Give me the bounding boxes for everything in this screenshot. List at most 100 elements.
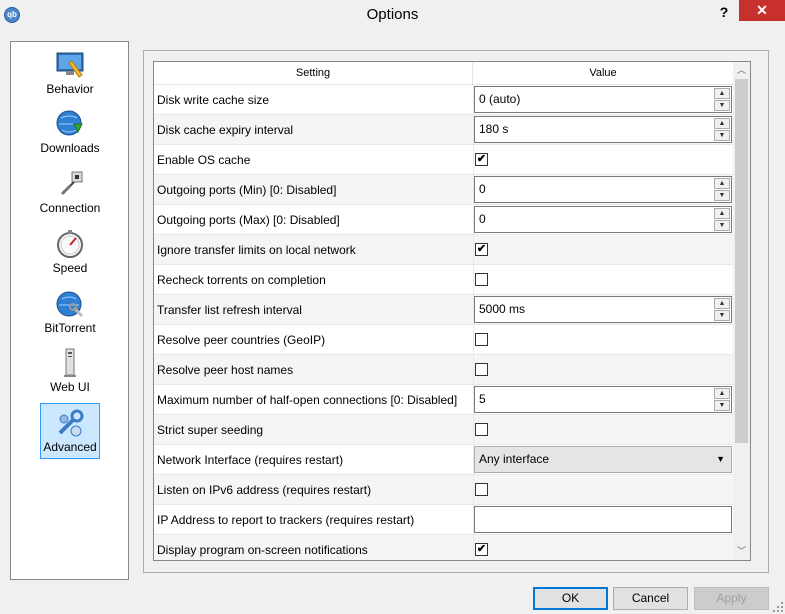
spin-down-icon[interactable]: ▼ bbox=[714, 130, 730, 141]
spin-down-icon[interactable]: ▼ bbox=[714, 400, 730, 411]
table-row[interactable]: Display program on-screen notifications ✔ bbox=[154, 535, 733, 560]
setting-spinbox[interactable]: 0 (auto) ▲ ▼ bbox=[474, 86, 732, 113]
setting-checkbox[interactable] bbox=[475, 333, 488, 346]
spinbox-buttons: ▲ ▼ bbox=[714, 298, 730, 321]
setting-checkbox[interactable] bbox=[475, 423, 488, 436]
table-row[interactable]: Outgoing ports (Min) [0: Disabled] 0 ▲ ▼ bbox=[154, 175, 733, 205]
cancel-button[interactable]: Cancel bbox=[613, 587, 688, 610]
setting-label: Recheck torrents on completion bbox=[157, 273, 326, 287]
apply-button[interactable]: Apply bbox=[694, 587, 769, 610]
table-row[interactable]: IP Address to report to trackers (requir… bbox=[154, 505, 733, 535]
help-button[interactable]: ? bbox=[714, 2, 734, 22]
column-divider bbox=[473, 535, 474, 560]
spin-up-icon[interactable]: ▲ bbox=[714, 388, 730, 399]
table-row[interactable]: Maximum number of half-open connections … bbox=[154, 385, 733, 415]
table-row[interactable]: Resolve peer host names bbox=[154, 355, 733, 385]
setting-label: IP Address to report to trackers (requir… bbox=[157, 513, 415, 527]
setting-label: Network Interface (requires restart) bbox=[157, 453, 344, 467]
title-bar: qb Options ? ✕ bbox=[0, 0, 785, 30]
spin-down-icon[interactable]: ▼ bbox=[714, 310, 730, 321]
scroll-up-icon[interactable]: ︿ bbox=[733, 62, 750, 79]
options-sidebar: Behavior Downloads Connection Speed BitT… bbox=[10, 41, 129, 580]
setting-spinbox[interactable]: 0 ▲ ▼ bbox=[474, 206, 732, 233]
setting-label: Maximum number of half-open connections … bbox=[157, 393, 458, 407]
setting-checkbox[interactable] bbox=[475, 273, 488, 286]
spinbox-value[interactable]: 180 s bbox=[479, 117, 508, 142]
column-divider bbox=[473, 415, 474, 445]
table-row[interactable]: Strict super seeding bbox=[154, 415, 733, 445]
window-title: Options bbox=[366, 6, 419, 23]
scroll-down-icon[interactable]: ﹀ bbox=[733, 543, 750, 560]
ok-button[interactable]: OK bbox=[533, 587, 608, 610]
table-row[interactable]: Transfer list refresh interval 5000 ms ▲ ▼ bbox=[154, 295, 733, 325]
sidebar-item-bittorrent[interactable]: BitTorrent bbox=[15, 285, 125, 341]
sidebar-item-label: Speed bbox=[52, 261, 88, 275]
setting-spinbox[interactable]: 5 ▲ ▼ bbox=[474, 386, 732, 413]
table-row[interactable]: Ignore transfer limits on local network ✔ bbox=[154, 235, 733, 265]
spinbox-value[interactable]: 0 (auto) bbox=[479, 87, 520, 112]
spin-up-icon[interactable]: ▲ bbox=[714, 178, 730, 189]
connection-icon bbox=[60, 171, 83, 196]
bittorrent-icon bbox=[56, 291, 84, 318]
table-row[interactable]: Listen on IPv6 address (requires restart… bbox=[154, 475, 733, 505]
setting-checkbox[interactable]: ✔ bbox=[475, 543, 488, 556]
spin-down-icon[interactable]: ▼ bbox=[714, 190, 730, 201]
spinbox-value[interactable]: 0 bbox=[479, 177, 486, 202]
behavior-icon bbox=[56, 52, 84, 78]
setting-spinbox[interactable]: 180 s ▲ ▼ bbox=[474, 116, 732, 143]
downloads-icon bbox=[56, 110, 83, 136]
sidebar-item-downloads[interactable]: Downloads bbox=[15, 105, 125, 161]
table-row[interactable]: Enable OS cache ✔ bbox=[154, 145, 733, 175]
setting-checkbox[interactable] bbox=[475, 483, 488, 496]
spin-up-icon[interactable]: ▲ bbox=[714, 118, 730, 129]
table-header: Setting Value bbox=[154, 62, 733, 85]
table-row[interactable]: Disk write cache size 0 (auto) ▲ ▼ bbox=[154, 85, 733, 115]
spin-up-icon[interactable]: ▲ bbox=[714, 88, 730, 99]
spinbox-buttons: ▲ ▼ bbox=[714, 388, 730, 411]
setting-label: Strict super seeding bbox=[157, 423, 264, 437]
advanced-icon bbox=[58, 409, 84, 437]
spinbox-buttons: ▲ ▼ bbox=[714, 88, 730, 111]
spinbox-value[interactable]: 5000 ms bbox=[479, 297, 525, 322]
spin-up-icon[interactable]: ▲ bbox=[714, 208, 730, 219]
spin-up-icon[interactable]: ▲ bbox=[714, 298, 730, 309]
webui-icon bbox=[64, 348, 76, 377]
setting-checkbox[interactable] bbox=[475, 363, 488, 376]
sidebar-item-advanced[interactable]: Advanced bbox=[40, 403, 100, 459]
table-row[interactable]: Network Interface (requires restart) Any … bbox=[154, 445, 733, 475]
setting-label: Listen on IPv6 address (requires restart… bbox=[157, 483, 372, 497]
column-divider bbox=[473, 265, 474, 295]
setting-spinbox[interactable]: 5000 ms ▲ ▼ bbox=[474, 296, 732, 323]
setting-label: Disk write cache size bbox=[157, 93, 270, 107]
spinbox-value[interactable]: 5 bbox=[479, 387, 486, 412]
column-header-setting[interactable]: Setting bbox=[154, 62, 473, 85]
column-header-value[interactable]: Value bbox=[473, 62, 733, 85]
spin-down-icon[interactable]: ▼ bbox=[714, 220, 730, 231]
setting-label: Resolve peer countries (GeoIP) bbox=[157, 333, 326, 347]
spinbox-value[interactable]: 0 bbox=[479, 207, 486, 232]
speed-icon bbox=[57, 230, 83, 258]
table-row[interactable]: Outgoing ports (Max) [0: Disabled] 0 ▲ ▼ bbox=[154, 205, 733, 235]
spinbox-buttons: ▲ ▼ bbox=[714, 208, 730, 231]
sidebar-item-web-ui[interactable]: Web UI bbox=[15, 344, 125, 400]
sidebar-item-behavior[interactable]: Behavior bbox=[15, 46, 125, 102]
spin-down-icon[interactable]: ▼ bbox=[714, 100, 730, 111]
setting-label: Disk cache expiry interval bbox=[157, 123, 294, 137]
setting-checkbox[interactable]: ✔ bbox=[475, 153, 488, 166]
sidebar-item-connection[interactable]: Connection bbox=[15, 165, 125, 221]
setting-label: Transfer list refresh interval bbox=[157, 303, 302, 317]
resize-grip-icon[interactable] bbox=[773, 602, 783, 612]
table-row[interactable]: Recheck torrents on completion bbox=[154, 265, 733, 295]
setting-checkbox[interactable]: ✔ bbox=[475, 243, 488, 256]
network-interface-dropdown[interactable]: Any interface ▼ bbox=[474, 446, 732, 473]
close-button[interactable]: ✕ bbox=[739, 0, 785, 21]
setting-label: Ignore transfer limits on local network bbox=[157, 243, 356, 257]
scrollbar-thumb[interactable] bbox=[735, 79, 748, 443]
setting-spinbox[interactable]: 0 ▲ ▼ bbox=[474, 176, 732, 203]
table-row[interactable]: Disk cache expiry interval 180 s ▲ ▼ bbox=[154, 115, 733, 145]
column-divider bbox=[473, 475, 474, 505]
table-scrollbar[interactable]: ︿ ﹀ bbox=[733, 62, 750, 560]
table-row[interactable]: Resolve peer countries (GeoIP) bbox=[154, 325, 733, 355]
sidebar-item-speed[interactable]: Speed bbox=[15, 225, 125, 281]
ip-address-field[interactable] bbox=[474, 506, 732, 533]
